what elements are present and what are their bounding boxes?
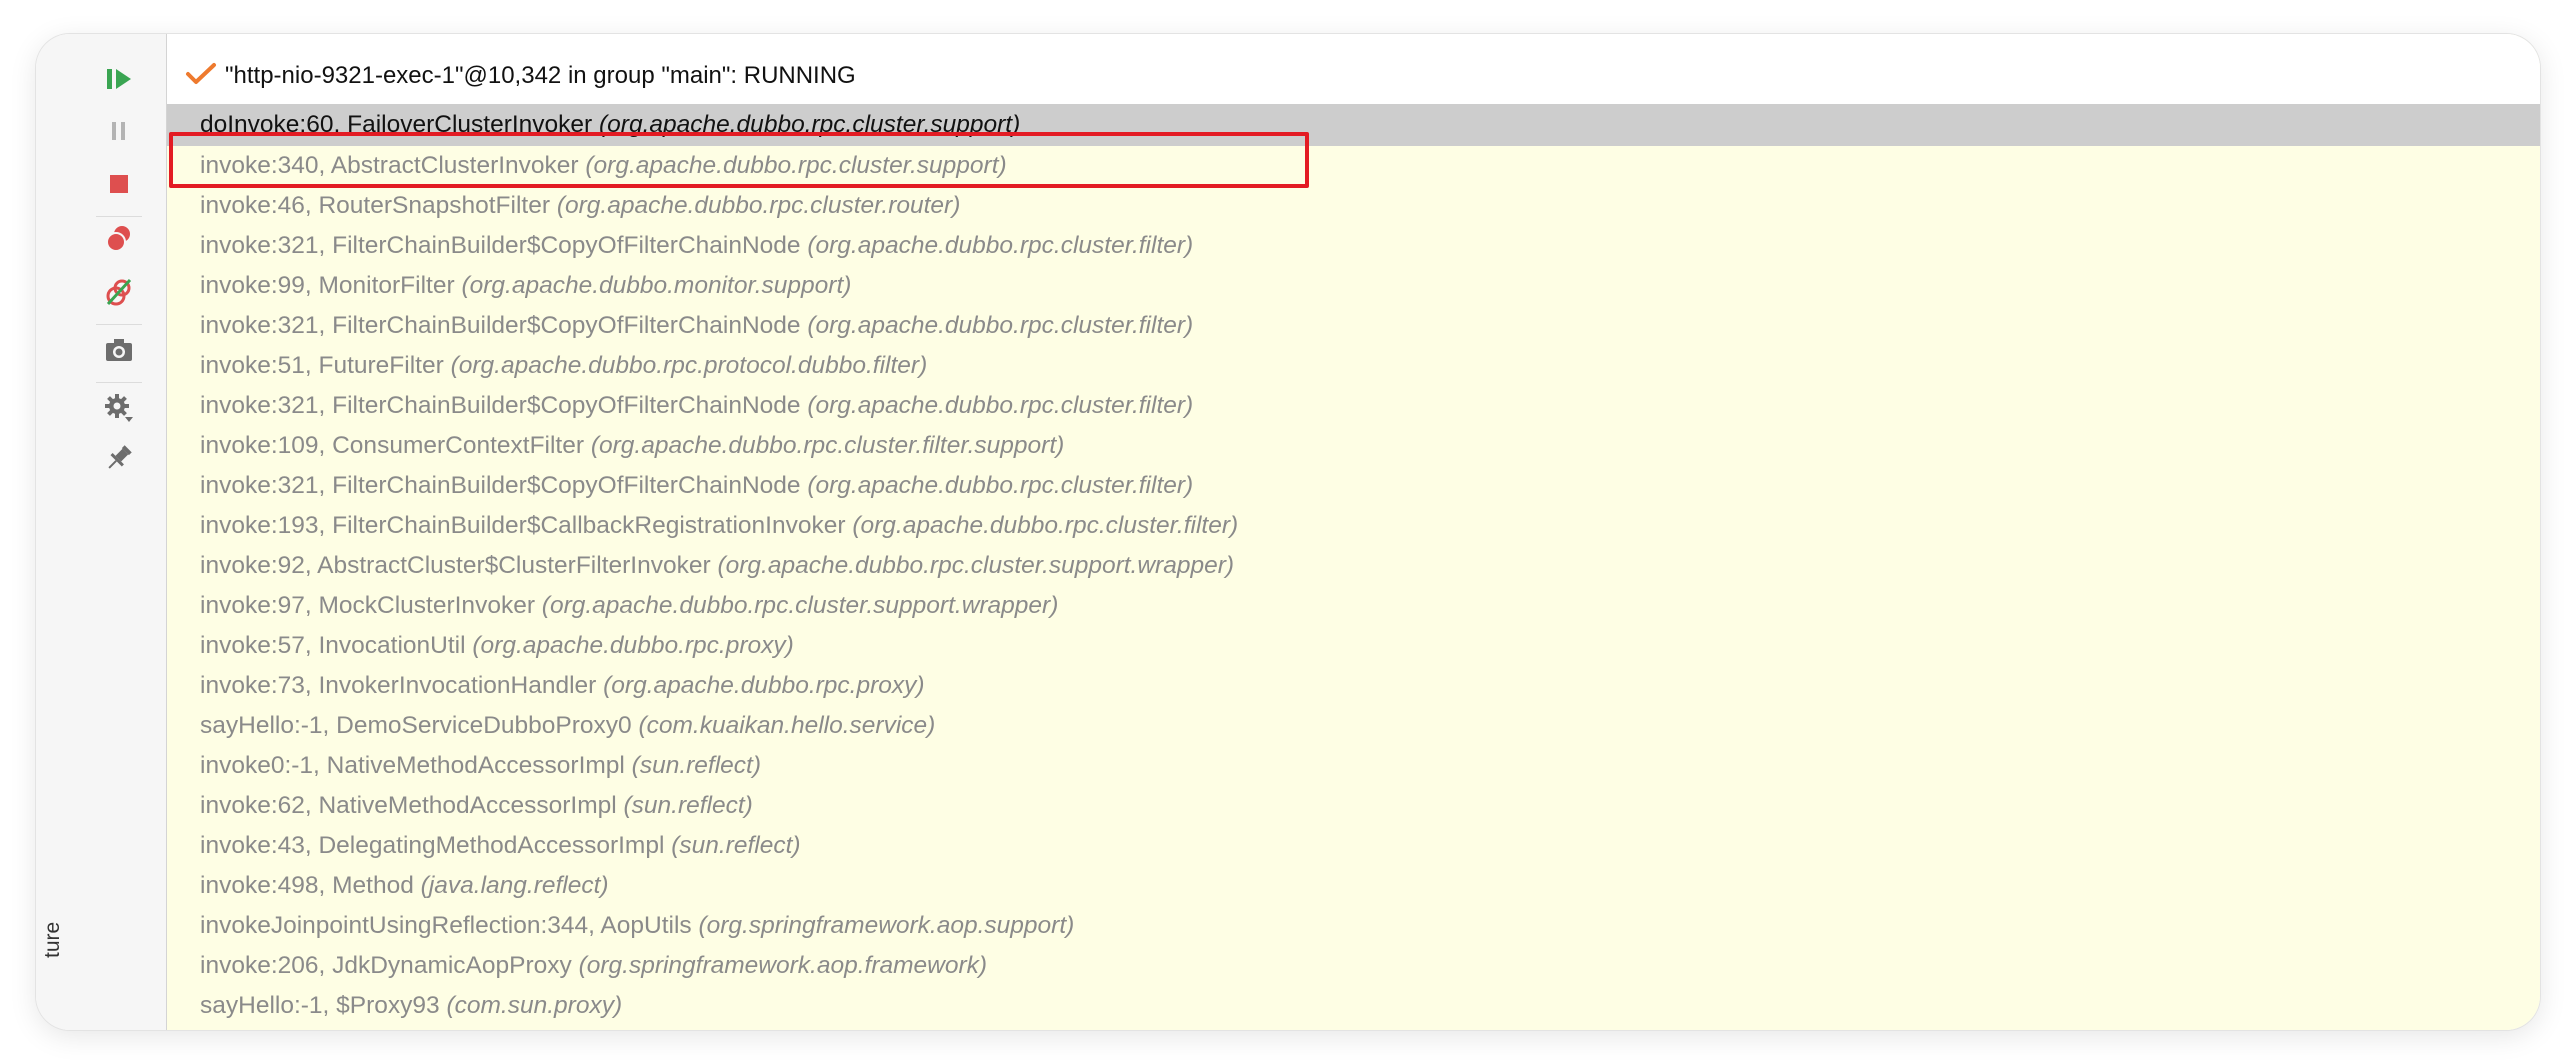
debugger-window: ture "http-nio-9321-exec-1"@10,342 in gr… [36,34,2540,1030]
frame-method: invokeJoinpointUsingReflection:344, AopU… [200,912,699,939]
stack-frame-row[interactable]: invoke:99, MonitorFilter (org.apache.dub… [167,266,2540,306]
frame-package: (org.apache.dubbo.rpc.proxy) [472,632,794,659]
frame-method: sayHello:-1, DemoServiceDubboProxy0 [200,712,639,739]
frame-package: (sun.reflect) [623,792,753,819]
frame-method: invoke:99, MonitorFilter [200,272,462,299]
stack-frame-row[interactable]: invoke:51, FutureFilter (org.apache.dubb… [167,346,2540,386]
resume-icon[interactable] [101,61,137,97]
frame-method: invoke:73, InvokerInvocationHandler [200,672,604,699]
stack-frame-row[interactable]: invoke:321, FilterChainBuilder$CopyOfFil… [167,386,2540,426]
frame-method: invoke:321, FilterChainBuilder$CopyOfFil… [200,232,808,259]
stack-frame-row[interactable]: invoke:43, DelegatingMethodAccessorImpl … [167,826,2540,866]
frame-method: invoke:62, NativeMethodAccessorImpl [200,792,624,819]
stack-frame-row[interactable]: invokeJoinpointUsingReflection:344, AopU… [167,906,2540,946]
stack-frame-row[interactable]: sayHello:-1, $Proxy93 (com.sun.proxy) [167,986,2540,1026]
frame-package: (org.springframework.aop.framework) [578,952,988,979]
side-tool-strip: ture [36,34,73,1030]
frame-package: (org.apache.dubbo.rpc.cluster.support) [585,152,1007,179]
stack-frame-row[interactable]: invoke:73, InvokerInvocationHandler (org… [167,666,2540,706]
frame-method: invoke:321, FilterChainBuilder$CopyOfFil… [200,472,808,499]
frame-method: sayHello:-1, $Proxy93 [200,992,447,1019]
stack-frame-row[interactable]: sayHello:-1, DemoServiceDubboProxy0 (com… [167,706,2540,746]
frame-method: invoke:109, ConsumerContextFilter [200,432,591,459]
frame-package: (org.apache.dubbo.rpc.cluster.filter) [807,312,1194,339]
stack-frame-list: doInvoke:60, FailoverClusterInvoker (org… [167,104,2540,1026]
pin-icon[interactable] [101,440,137,476]
stack-frame-row[interactable]: invoke:340, AbstractClusterInvoker (org.… [167,146,2540,186]
stack-frame-row[interactable]: invoke:321, FilterChainBuilder$CopyOfFil… [167,466,2540,506]
frame-method: invoke:51, FutureFilter [200,352,451,379]
frame-package: (org.apache.dubbo.rpc.cluster.support.wr… [541,592,1059,619]
frame-package: (org.springframework.aop.support) [698,912,1075,939]
frame-package: (org.apache.dubbo.rpc.cluster.filter) [807,472,1194,499]
frame-package: (org.apache.dubbo.rpc.cluster.filter.sup… [590,432,1065,459]
stack-frame-row[interactable]: invoke:92, AbstractCluster$ClusterFilter… [167,546,2540,586]
side-tool-tab-label[interactable]: ture [38,910,68,970]
frame-method: invoke:340, AbstractClusterInvoker [200,152,586,179]
frame-method: doInvoke:60, FailoverClusterInvoker [200,111,599,138]
frame-package: (org.apache.dubbo.rpc.protocol.dubbo.fil… [450,352,928,379]
toolbar-separator [96,216,142,217]
frame-package: (org.apache.dubbo.monitor.support) [461,272,852,299]
frame-method: invoke:206, JdkDynamicAopProxy [200,952,579,979]
toolbar-separator [96,324,142,325]
frame-package: (sun.reflect) [631,752,762,779]
thread-label: "http-nio-9321-exec-1"@10,342 in group "… [225,62,856,89]
frame-package: (com.sun.proxy) [446,992,623,1019]
frame-package: (com.kuaikan.hello.service) [638,712,936,739]
stack-frame-row[interactable]: invoke:498, Method (java.lang.reflect) [167,866,2540,906]
stack-frame-row[interactable]: invoke:321, FilterChainBuilder$CopyOfFil… [167,306,2540,346]
frame-method: invoke:321, FilterChainBuilder$CopyOfFil… [200,392,808,419]
frame-package: (org.apache.dubbo.rpc.cluster.support) [599,111,1021,138]
frame-method: invoke:46, RouterSnapshotFilter [200,192,557,219]
toolbar-separator [96,382,142,383]
frame-method: invoke:43, DelegatingMethodAccessorImpl [200,832,672,859]
frame-package: (org.apache.dubbo.rpc.cluster.support.wr… [717,552,1235,579]
frame-method: invoke:193, FilterChainBuilder$CallbackR… [200,512,853,539]
frame-package: (org.apache.dubbo.rpc.cluster.filter) [852,512,1239,539]
frames-panel: "http-nio-9321-exec-1"@10,342 in group "… [167,34,2540,1030]
stack-frame-row[interactable]: invoke0:-1, NativeMethodAccessorImpl (su… [167,746,2540,786]
debug-toolbar [72,34,167,1030]
stack-frame-row[interactable]: invoke:46, RouterSnapshotFilter (org.apa… [167,186,2540,226]
stack-frame-row[interactable]: invoke:57, InvocationUtil (org.apache.du… [167,626,2540,666]
stack-frame-row[interactable]: invoke:97, MockClusterInvoker (org.apach… [167,586,2540,626]
stack-frame-row[interactable]: invoke:62, NativeMethodAccessorImpl (sun… [167,786,2540,826]
frame-package: (org.apache.dubbo.rpc.proxy) [603,672,925,699]
pause-icon[interactable] [101,113,137,149]
frame-method: invoke0:-1, NativeMethodAccessorImpl [200,752,632,779]
frame-package: (java.lang.reflect) [420,872,609,899]
frame-package: (org.apache.dubbo.rpc.cluster.router) [556,192,961,219]
mute-breakpoints-icon[interactable] [101,274,137,310]
stack-frame-row[interactable]: invoke:193, FilterChainBuilder$CallbackR… [167,506,2540,546]
stop-icon[interactable] [101,166,137,202]
settings-icon[interactable] [101,390,137,426]
frame-method: invoke:57, InvocationUtil [200,632,473,659]
camera-icon[interactable] [101,332,137,368]
view-breakpoints-icon[interactable] [101,220,137,256]
frame-method: invoke:498, Method [200,872,421,899]
thread-selector[interactable]: "http-nio-9321-exec-1"@10,342 in group "… [167,34,2540,105]
stack-frame-row[interactable]: invoke:206, JdkDynamicAopProxy (org.spri… [167,946,2540,986]
frame-method: invoke:321, FilterChainBuilder$CopyOfFil… [200,312,808,339]
frame-package: (sun.reflect) [671,832,801,859]
stack-frame-row[interactable]: invoke:109, ConsumerContextFilter (org.a… [167,426,2540,466]
frame-method: invoke:97, MockClusterInvoker [200,592,542,619]
checkmark-icon [186,63,216,84]
frame-package: (org.apache.dubbo.rpc.cluster.filter) [807,232,1194,259]
frame-package: (org.apache.dubbo.rpc.cluster.filter) [807,392,1194,419]
frame-method: invoke:92, AbstractCluster$ClusterFilter… [200,552,718,579]
stack-frame-row[interactable]: invoke:321, FilterChainBuilder$CopyOfFil… [167,226,2540,266]
stack-frame-row[interactable]: doInvoke:60, FailoverClusterInvoker (org… [167,104,2540,146]
